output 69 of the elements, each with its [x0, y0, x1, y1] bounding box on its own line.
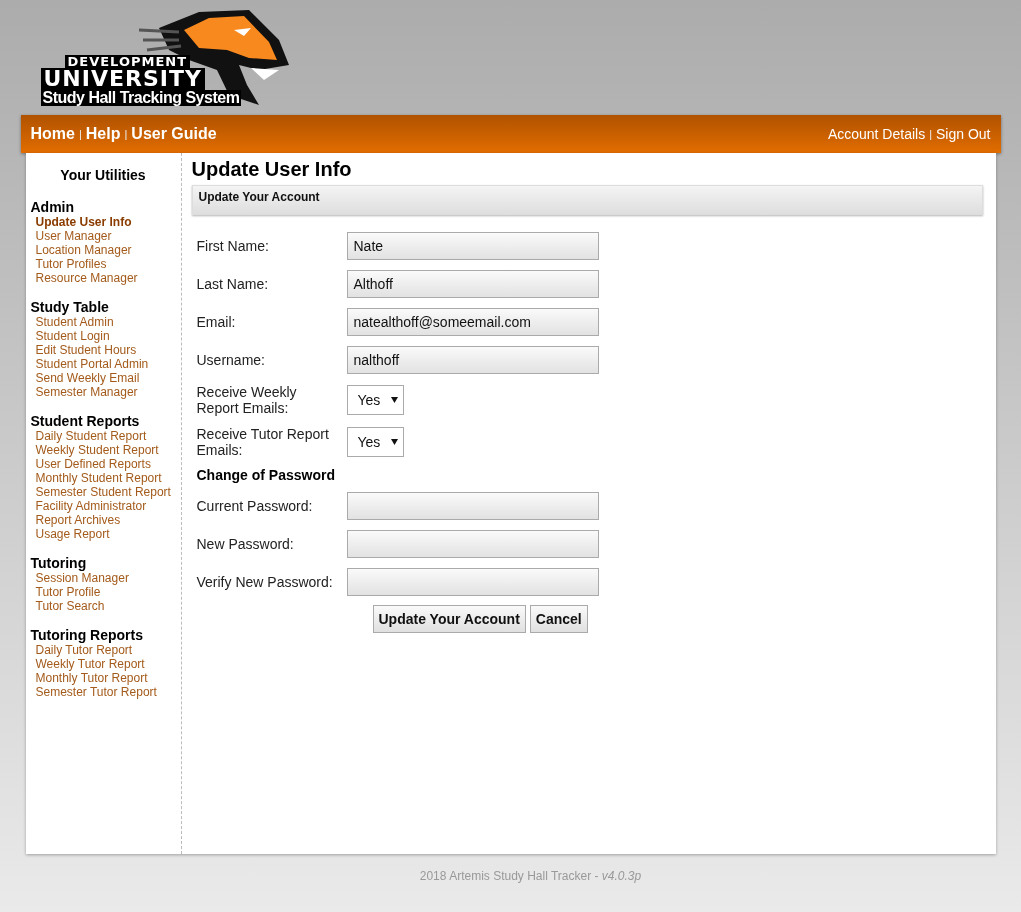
input-field[interactable]: Nate — [346, 232, 599, 260]
sidebar-link[interactable]: User Manager — [30, 229, 112, 243]
sidebar-link[interactable]: Weekly Tutor Report — [30, 657, 145, 671]
logo-text: DEVELOPMENT — [64, 55, 191, 68]
sidebar-link[interactable]: Student Login — [30, 329, 110, 343]
field-label: Receive Tutor Report Emails: — [196, 426, 330, 458]
nav-link[interactable]: Help — [85, 122, 121, 146]
input-field[interactable]: nalthoff — [346, 346, 599, 374]
sidebar-link[interactable]: Student Portal Admin — [30, 357, 149, 371]
sidebar-link[interactable]: Tutor Profiles — [30, 257, 107, 271]
sidebar-link[interactable]: Resource Manager — [30, 271, 138, 285]
form-button[interactable]: Update Your Account — [372, 605, 526, 633]
sidebar-link[interactable]: Student Admin — [30, 315, 114, 329]
sidebar-heading: Study Table — [30, 299, 109, 315]
nav-link[interactable]: User Guide — [131, 122, 217, 146]
sidebar-link[interactable]: Facility Administrator — [30, 499, 147, 513]
nav-separator: | — [929, 126, 932, 142]
sidebar-link[interactable]: Semester Student Report — [30, 485, 171, 499]
sidebar-link[interactable]: Send Weekly Email — [30, 371, 140, 385]
form-button[interactable]: Cancel — [529, 605, 588, 633]
sidebar-link[interactable]: Daily Student Report — [30, 429, 147, 443]
field-label: Last Name: — [196, 274, 270, 294]
page-title: Update User Info — [191, 157, 352, 182]
logo-text: Study Hall Tracking System — [40, 90, 242, 106]
input-field[interactable]: natealthoff@someemail.com — [346, 308, 599, 336]
select-dropdown[interactable]: Yes — [346, 427, 404, 457]
section-heading: Change of Password — [196, 465, 335, 485]
sidebar-link[interactable]: Daily Tutor Report — [30, 643, 133, 657]
sidebar-link[interactable]: Session Manager — [30, 571, 129, 585]
nav-separator: | — [78, 126, 82, 142]
nav-link[interactable]: Account Details — [827, 123, 926, 145]
input-field[interactable] — [346, 492, 599, 520]
sidebar-link[interactable]: Usage Report — [30, 527, 110, 541]
sidebar-title: Your Utilities — [60, 167, 146, 183]
nav-link[interactable]: Sign Out — [936, 123, 991, 145]
panel-header: Update Your Account — [191, 185, 983, 215]
nav-link[interactable]: Home — [30, 122, 75, 146]
nav-separator: | — [124, 126, 128, 142]
sidebar-heading: Tutoring Reports — [30, 627, 143, 643]
sidebar-link[interactable]: Report Archives — [30, 513, 121, 527]
field-label: Verify New Password: — [196, 572, 334, 592]
logo-text: UNIVERSITY — [40, 68, 205, 90]
input-field[interactable] — [346, 530, 599, 558]
field-label: Current Password: — [196, 496, 314, 516]
sidebar-link[interactable]: Semester Tutor Report — [30, 685, 157, 699]
sidebar-link[interactable]: Tutor Profile — [30, 585, 101, 599]
select-dropdown[interactable]: Yes — [346, 385, 404, 415]
field-label: Username: — [196, 350, 266, 370]
sidebar-link[interactable]: Location Manager — [30, 243, 132, 257]
sidebar-link[interactable]: User Defined Reports — [30, 457, 151, 471]
input-field[interactable] — [346, 568, 599, 596]
sidebar-heading: Tutoring — [30, 555, 87, 571]
sidebar-link[interactable]: Monthly Tutor Report — [30, 671, 148, 685]
sidebar-link[interactable]: Tutor Search — [30, 599, 105, 613]
caret-icon — [390, 439, 398, 445]
field-label: First Name: — [196, 236, 270, 256]
sidebar-link[interactable]: Semester Manager — [30, 385, 138, 399]
sidebar-heading: Admin — [30, 199, 75, 215]
caret-icon — [390, 397, 398, 403]
sidebar-link[interactable]: Edit Student Hours — [30, 343, 137, 357]
input-field[interactable]: Althoff — [346, 270, 599, 298]
sidebar-link[interactable]: Weekly Student Report — [30, 443, 159, 457]
field-label: New Password: — [196, 534, 295, 554]
sidebar-link[interactable]: Update User Info — [30, 215, 132, 229]
field-label: Receive Weekly Report Emails: — [196, 384, 298, 416]
sidebar-heading: Student Reports — [30, 413, 140, 429]
field-label: Email: — [196, 312, 237, 332]
sidebar-link[interactable]: Monthly Student Report — [30, 471, 162, 485]
footer-text: 2018 Artemis Study Hall Tracker - v4.0.3p — [419, 869, 642, 883]
